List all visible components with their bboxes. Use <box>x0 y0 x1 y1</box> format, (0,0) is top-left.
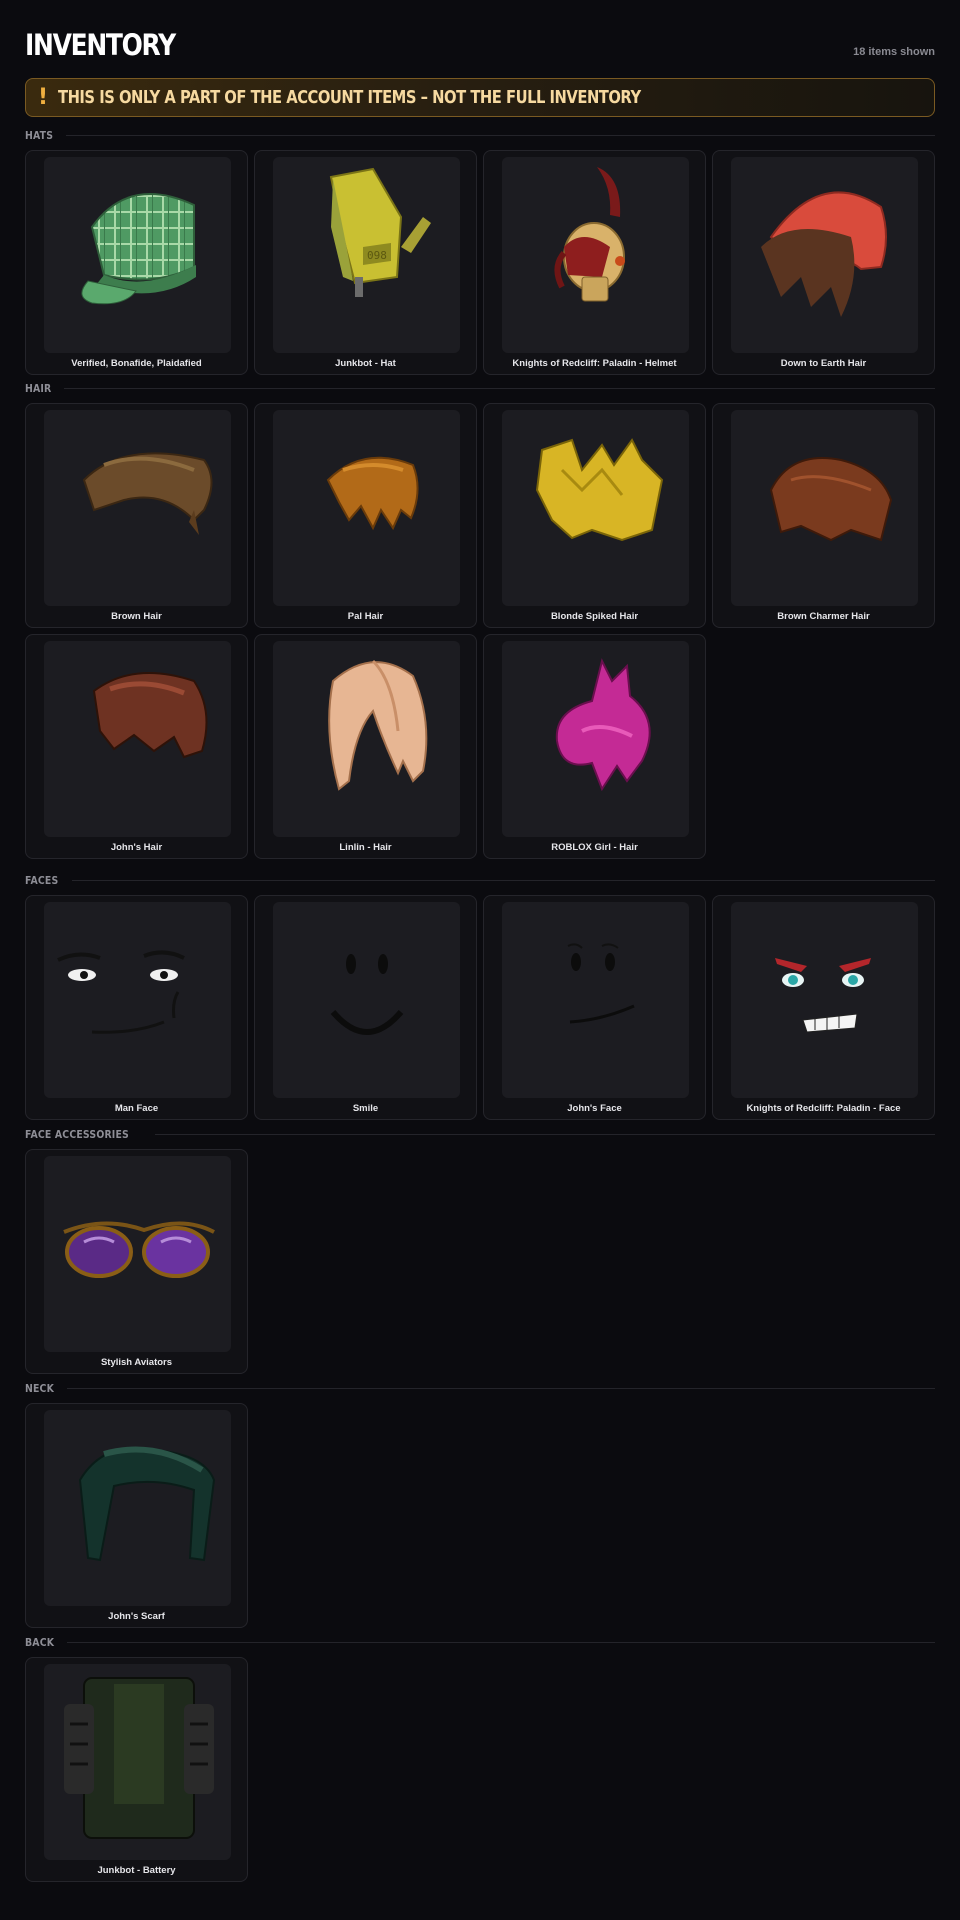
item-thumbnail <box>44 157 231 353</box>
brown-hair-icon <box>82 452 213 535</box>
item-name: Brown Hair <box>111 611 162 622</box>
man-face-icon <box>57 950 185 1034</box>
johns-face-icon <box>567 943 635 1024</box>
item-card[interactable]: Pal Hair <box>254 403 477 628</box>
pal-hair-icon <box>326 456 419 531</box>
smile-face-icon <box>330 954 404 1035</box>
item-name: Junkbot - Hat <box>335 358 396 369</box>
section-divider <box>66 134 935 136</box>
item-name: Pal Hair <box>347 611 384 622</box>
item-card[interactable]: Knights of Redcliff: Paladin - Face <box>712 895 935 1120</box>
paladin-helmet-icon <box>554 167 625 302</box>
item-thumbnail <box>44 1156 231 1352</box>
linlin-hair-icon <box>328 659 428 791</box>
item-name: Down to Earth Hair <box>780 358 867 369</box>
item-card[interactable]: Verified, Bonafide, Plaidafied <box>25 150 248 375</box>
item-card[interactable]: John's Scarf <box>25 1403 248 1628</box>
item-thumbnail <box>502 902 689 1098</box>
item-thumbnail <box>273 641 460 837</box>
paladin-face-icon <box>775 958 871 1033</box>
section-label: HATS <box>25 128 54 142</box>
pink-hair-icon <box>555 658 651 792</box>
inventory-page: INVENTORY 18 items shown ! THIS IS ONLY … <box>25 0 935 1882</box>
section-header-face-accessories: FACE ACCESSORIES <box>25 1127 935 1141</box>
section-divider <box>155 1133 935 1135</box>
warning-text: THIS IS ONLY A PART OF THE ACCOUNT ITEMS… <box>58 87 641 108</box>
item-name: John's Scarf <box>108 1611 165 1622</box>
item-thumbnail <box>44 410 231 606</box>
beanie-hair-icon <box>761 191 887 317</box>
item-thumbnail <box>731 902 918 1098</box>
item-card[interactable]: Blonde Spiked Hair <box>483 403 706 628</box>
item-thumbnail <box>44 1410 231 1606</box>
item-thumbnail <box>44 902 231 1098</box>
section-divider <box>64 387 935 389</box>
item-thumbnail <box>731 410 918 606</box>
section-header-hats: HATS <box>25 128 935 142</box>
item-card[interactable]: Brown Charmer Hair <box>712 403 935 628</box>
section-header-back: BACK <box>25 1635 935 1649</box>
item-thumbnail <box>44 1664 231 1860</box>
item-card[interactable]: Man Face <box>25 895 248 1120</box>
battery-icon <box>64 1677 214 1839</box>
item-name: Smile <box>352 1103 379 1114</box>
item-name: Knights of Redcliff: Paladin - Face <box>746 1103 901 1114</box>
charmer-hair-icon <box>769 457 893 542</box>
item-name: John's Face <box>567 1103 622 1114</box>
item-name: Man Face <box>114 1103 159 1114</box>
warning-banner: ! THIS IS ONLY A PART OF THE ACCOUNT ITE… <box>25 78 935 117</box>
aviators-icon <box>63 1221 215 1278</box>
section-divider <box>67 1387 935 1389</box>
item-card[interactable]: Knights of Redcliff: Paladin - Helmet <box>483 150 706 375</box>
section-label: BACK <box>25 1635 55 1649</box>
section-label: NECK <box>25 1381 55 1395</box>
item-thumbnail <box>502 157 689 353</box>
section-label: HAIR <box>25 381 52 395</box>
section-divider <box>72 879 935 881</box>
item-name: Blonde Spiked Hair <box>550 611 639 622</box>
scarf-icon <box>78 1446 216 1562</box>
item-thumbnail <box>502 641 689 837</box>
item-name: Stylish Aviators <box>100 1357 173 1368</box>
item-card[interactable]: Stylish Aviators <box>25 1149 248 1374</box>
item-thumbnail <box>502 410 689 606</box>
item-name: Knights of Redcliff: Paladin - Helmet <box>512 358 677 369</box>
item-card[interactable]: John's Face <box>483 895 706 1120</box>
warning-icon: ! <box>38 85 49 110</box>
item-card[interactable]: ROBLOX Girl - Hair <box>483 634 706 859</box>
section-header-faces: FACES <box>25 873 935 887</box>
item-name: Linlin - Hair <box>339 842 392 853</box>
item-card[interactable]: John's Hair <box>25 634 248 859</box>
item-card[interactable]: Linlin - Hair <box>254 634 477 859</box>
section-header-hair: HAIR <box>25 381 935 395</box>
item-thumbnail <box>731 157 918 353</box>
item-thumbnail <box>273 410 460 606</box>
svg-text:098: 098 <box>367 249 387 262</box>
page-header: INVENTORY 18 items shown <box>25 0 935 78</box>
item-thumbnail <box>44 641 231 837</box>
item-count: 18 items shown <box>853 46 935 58</box>
item-name: ROBLOX Girl - Hair <box>551 842 638 853</box>
junkbot-hat-icon: 098 <box>329 167 431 297</box>
plaid-cap-icon <box>81 193 196 305</box>
section-label: FACES <box>25 873 59 887</box>
section-divider <box>67 1641 935 1643</box>
item-card[interactable]: Brown Hair <box>25 403 248 628</box>
section-header-neck: NECK <box>25 1381 935 1395</box>
item-name: Verified, Bonafide, Plaidafied <box>71 358 202 369</box>
section-label: FACE ACCESSORIES <box>25 1127 129 1141</box>
johns-hair-icon <box>92 672 208 759</box>
item-name: John's Hair <box>110 842 163 853</box>
item-card[interactable]: Down to Earth Hair <box>712 150 935 375</box>
item-name: Brown Charmer Hair <box>777 611 870 622</box>
blonde-spiked-hair-icon <box>535 438 664 542</box>
item-card[interactable]: 098 Junkbot - Hat <box>254 150 477 375</box>
page-title: INVENTORY <box>25 28 176 62</box>
item-thumbnail: 098 <box>273 157 460 353</box>
item-name: Junkbot - Battery <box>97 1865 176 1876</box>
item-card[interactable]: Smile <box>254 895 477 1120</box>
item-thumbnail <box>273 902 460 1098</box>
item-card[interactable]: Junkbot - Battery <box>25 1657 248 1882</box>
